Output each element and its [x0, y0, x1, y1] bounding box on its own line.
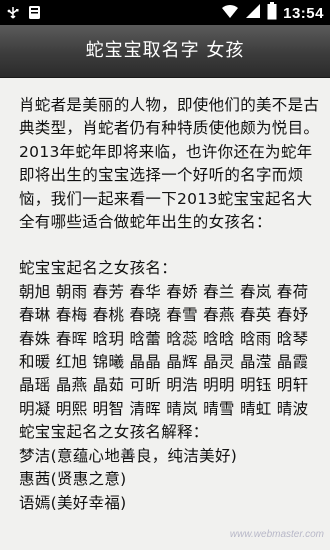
status-bar: 13:54 [0, 0, 330, 25]
explain-item: 语嫣(美好幸福) [19, 493, 127, 512]
watermark: www.webmaster.com [229, 529, 324, 540]
signal-icon [245, 3, 261, 24]
status-time: 13:54 [283, 5, 324, 22]
explain-item: 惠茜(贤惠之意) [19, 470, 127, 489]
wifi-icon [221, 3, 239, 24]
page-title: 蛇宝宝取名字 女孩 [0, 25, 330, 78]
intro-paragraph: 肖蛇者是美丽的人物，即使他们的美不是古典类型，肖蛇者仍有种特质使他颇为悦目。20… [19, 96, 320, 232]
explain-heading: 蛇宝宝起名之女孩名解释： [19, 423, 209, 442]
explain-item: 梦洁(意蕴心地善良，纯洁美好) [19, 446, 238, 465]
article-body[interactable]: 肖蛇者是美丽的人物，即使他们的美不是古典类型，肖蛇者仍有种特质使他颇为悦目。20… [0, 78, 330, 550]
girl-names-list: 朝旭 朝雨 春芳 春华 春娇 春兰 春岚 春荷 春琳 春梅 春桃 春晓 春雪 春… [19, 282, 309, 418]
list-heading: 蛇宝宝起名之女孩名： [19, 259, 178, 278]
notification-icon [28, 5, 41, 25]
battery-icon [267, 2, 277, 25]
usb-icon [6, 6, 20, 25]
